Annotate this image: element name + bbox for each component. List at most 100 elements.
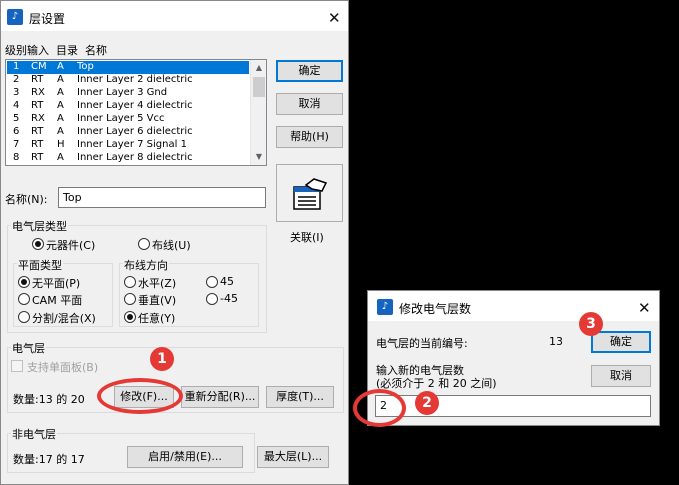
layer-type: H	[57, 139, 65, 150]
highlight-circle-2	[353, 389, 406, 427]
layer-list-row[interactable]: 3 RX A Inner Layer 3 Gnd	[7, 87, 247, 100]
layer-num: 6	[13, 126, 20, 137]
current-count-value: 13	[549, 335, 563, 348]
electrical-layer-label: 电气层	[11, 340, 46, 356]
layer-type: A	[57, 152, 64, 163]
radio-minus45[interactable]	[206, 293, 218, 305]
annotation-badge-1: 1	[150, 347, 174, 371]
electrical-count-text: 数量:13 的 20	[13, 393, 85, 406]
layer-code: RT	[31, 139, 44, 150]
help-button[interactable]: 帮助(H)	[276, 126, 343, 148]
radio-component-label[interactable]: 元器件(C)	[46, 237, 95, 253]
modify-cancel-button[interactable]: 取消	[591, 365, 651, 387]
enable-disable-button[interactable]: 启用/禁用(E)...	[127, 446, 243, 468]
layer-name: Inner Layer 5 Vcc	[77, 113, 165, 124]
radio-no-plane-label[interactable]: 无平面(P)	[32, 275, 80, 291]
layer-type: A	[57, 87, 64, 98]
name-field[interactable]: Top	[58, 187, 266, 208]
layer-num: 8	[13, 152, 20, 163]
close-icon[interactable]: ✕	[328, 10, 341, 26]
layer-code: RT	[31, 100, 44, 111]
dialog-title: 层设置	[29, 12, 66, 26]
single-sided-label[interactable]: 支持单面板(B)	[27, 359, 98, 375]
radio-horizontal[interactable]	[124, 276, 136, 288]
modify-dialog-title: 修改电气层数	[399, 302, 472, 316]
radio-routing-label[interactable]: 布线(U)	[152, 237, 191, 253]
scroll-thumb[interactable]	[253, 77, 265, 97]
layer-list[interactable]: 1 CM A Top 2 RT A Inner Layer 2 dielectric 3 RX A I…	[5, 59, 267, 166]
radio-split-mixed-label[interactable]: 分割/混合(X)	[32, 310, 96, 326]
layer-list-row[interactable]: 6 RT A Inner Layer 6 dielectric	[7, 126, 247, 139]
layer-num: 2	[13, 74, 20, 85]
radio-split-mixed[interactable]	[18, 311, 30, 323]
radio-any[interactable]	[124, 311, 136, 323]
layer-name: Inner Layer 3 Gnd	[77, 87, 168, 98]
layer-code: RT	[31, 152, 44, 163]
modify-title-bar[interactable]: ♪ 修改电气层数 ✕	[368, 291, 659, 321]
cancel-button[interactable]: 取消	[276, 93, 343, 115]
radio-cam-plane-label[interactable]: CAM 平面	[32, 292, 82, 308]
ok-button[interactable]: 确定	[276, 60, 343, 82]
single-sided-checkbox[interactable]	[11, 360, 23, 372]
layer-code: RT	[31, 74, 44, 85]
layer-type: A	[57, 74, 64, 85]
layer-type: A	[57, 126, 64, 137]
radio-minus45-label[interactable]: -45	[220, 292, 238, 305]
radio-component[interactable]	[32, 238, 44, 250]
associate-button[interactable]	[276, 164, 343, 222]
layer-list-row[interactable]: 8 RT A Inner Layer 8 dielectric	[7, 152, 247, 165]
nonelectrical-count-text: 数量:17 的 17	[13, 453, 85, 466]
scroll-down-icon[interactable]: ▼	[251, 149, 266, 165]
radio-45[interactable]	[206, 276, 218, 288]
modify-ok-button[interactable]: 确定	[591, 331, 651, 353]
thickness-button[interactable]: 厚度(T)...	[266, 386, 334, 408]
modify-close-icon[interactable]: ✕	[638, 300, 651, 316]
layer-list-scrollbar[interactable]: ▲ ▼	[250, 60, 266, 165]
radio-no-plane[interactable]	[18, 276, 30, 288]
layer-type: A	[57, 113, 64, 124]
layer-num: 7	[13, 139, 20, 150]
layer-list-row[interactable]: 4 RT A Inner Layer 4 dielectric	[7, 100, 247, 113]
layer-num: 4	[13, 100, 20, 111]
radio-45-label[interactable]: 45	[220, 275, 234, 288]
layer-num: 5	[13, 113, 20, 124]
layer-list-row[interactable]: 7 RT H Inner Layer 7 Signal 1	[7, 139, 247, 152]
title-bar[interactable]: ♪ 层设置 ✕	[1, 1, 348, 31]
associate-icon	[293, 178, 328, 210]
new-count-label-line2: (必须介于 2 和 20 之间)	[376, 377, 497, 390]
layer-num: 3	[13, 87, 20, 98]
radio-vertical-label[interactable]: 垂直(V)	[138, 292, 176, 308]
annotation-badge-2: 2	[415, 391, 439, 415]
highlight-circle-1	[97, 378, 183, 414]
list-header: 级别输入 目录 名称	[5, 44, 107, 57]
name-label: 名称(N):	[5, 193, 48, 206]
layer-list-row[interactable]: 5 RX A Inner Layer 5 Vcc	[7, 113, 247, 126]
layer-list-row[interactable]: 1 CM A Top	[7, 61, 249, 74]
scroll-up-icon[interactable]: ▲	[251, 60, 266, 76]
layer-code: RT	[31, 126, 44, 137]
radio-cam-plane[interactable]	[18, 293, 30, 305]
reassign-button[interactable]: 重新分配(R)...	[181, 386, 259, 408]
layer-code: RX	[31, 87, 45, 98]
layer-code: CM	[31, 61, 47, 72]
max-layers-button[interactable]: 最大层(L)...	[257, 446, 329, 468]
layer-name: Top	[77, 61, 94, 72]
modify-layer-count-dialog: ♪ 修改电气层数 ✕ 电气层的当前编号: 13 确定 输入新的电气层数 (必须介…	[353, 290, 660, 427]
radio-any-label[interactable]: 任意(Y)	[138, 310, 175, 326]
modify-app-icon: ♪	[377, 299, 393, 315]
routing-direction-label: 布线方向	[123, 257, 169, 273]
app-icon: ♪	[7, 9, 23, 25]
radio-vertical[interactable]	[124, 293, 136, 305]
radio-horizontal-label[interactable]: 水平(Z)	[138, 275, 176, 291]
layer-name: Inner Layer 6 dielectric	[77, 126, 193, 137]
layer-settings-dialog: ♪ 层设置 ✕ 级别输入 目录 名称 1 CM A Top 2 RT A Inner Laye…	[0, 0, 349, 485]
annotation-badge-3: 3	[579, 312, 603, 336]
plane-type-label: 平面类型	[17, 257, 63, 273]
nonelectrical-layer-label: 非电气层	[11, 426, 57, 442]
current-count-label: 电气层的当前编号:	[376, 337, 468, 350]
layer-list-row[interactable]: 2 RT A Inner Layer 2 dielectric	[7, 74, 247, 87]
layer-num: 1	[13, 61, 20, 72]
layer-code: RX	[31, 113, 45, 124]
associate-label: 关联(I)	[290, 231, 324, 244]
radio-routing[interactable]	[138, 238, 150, 250]
